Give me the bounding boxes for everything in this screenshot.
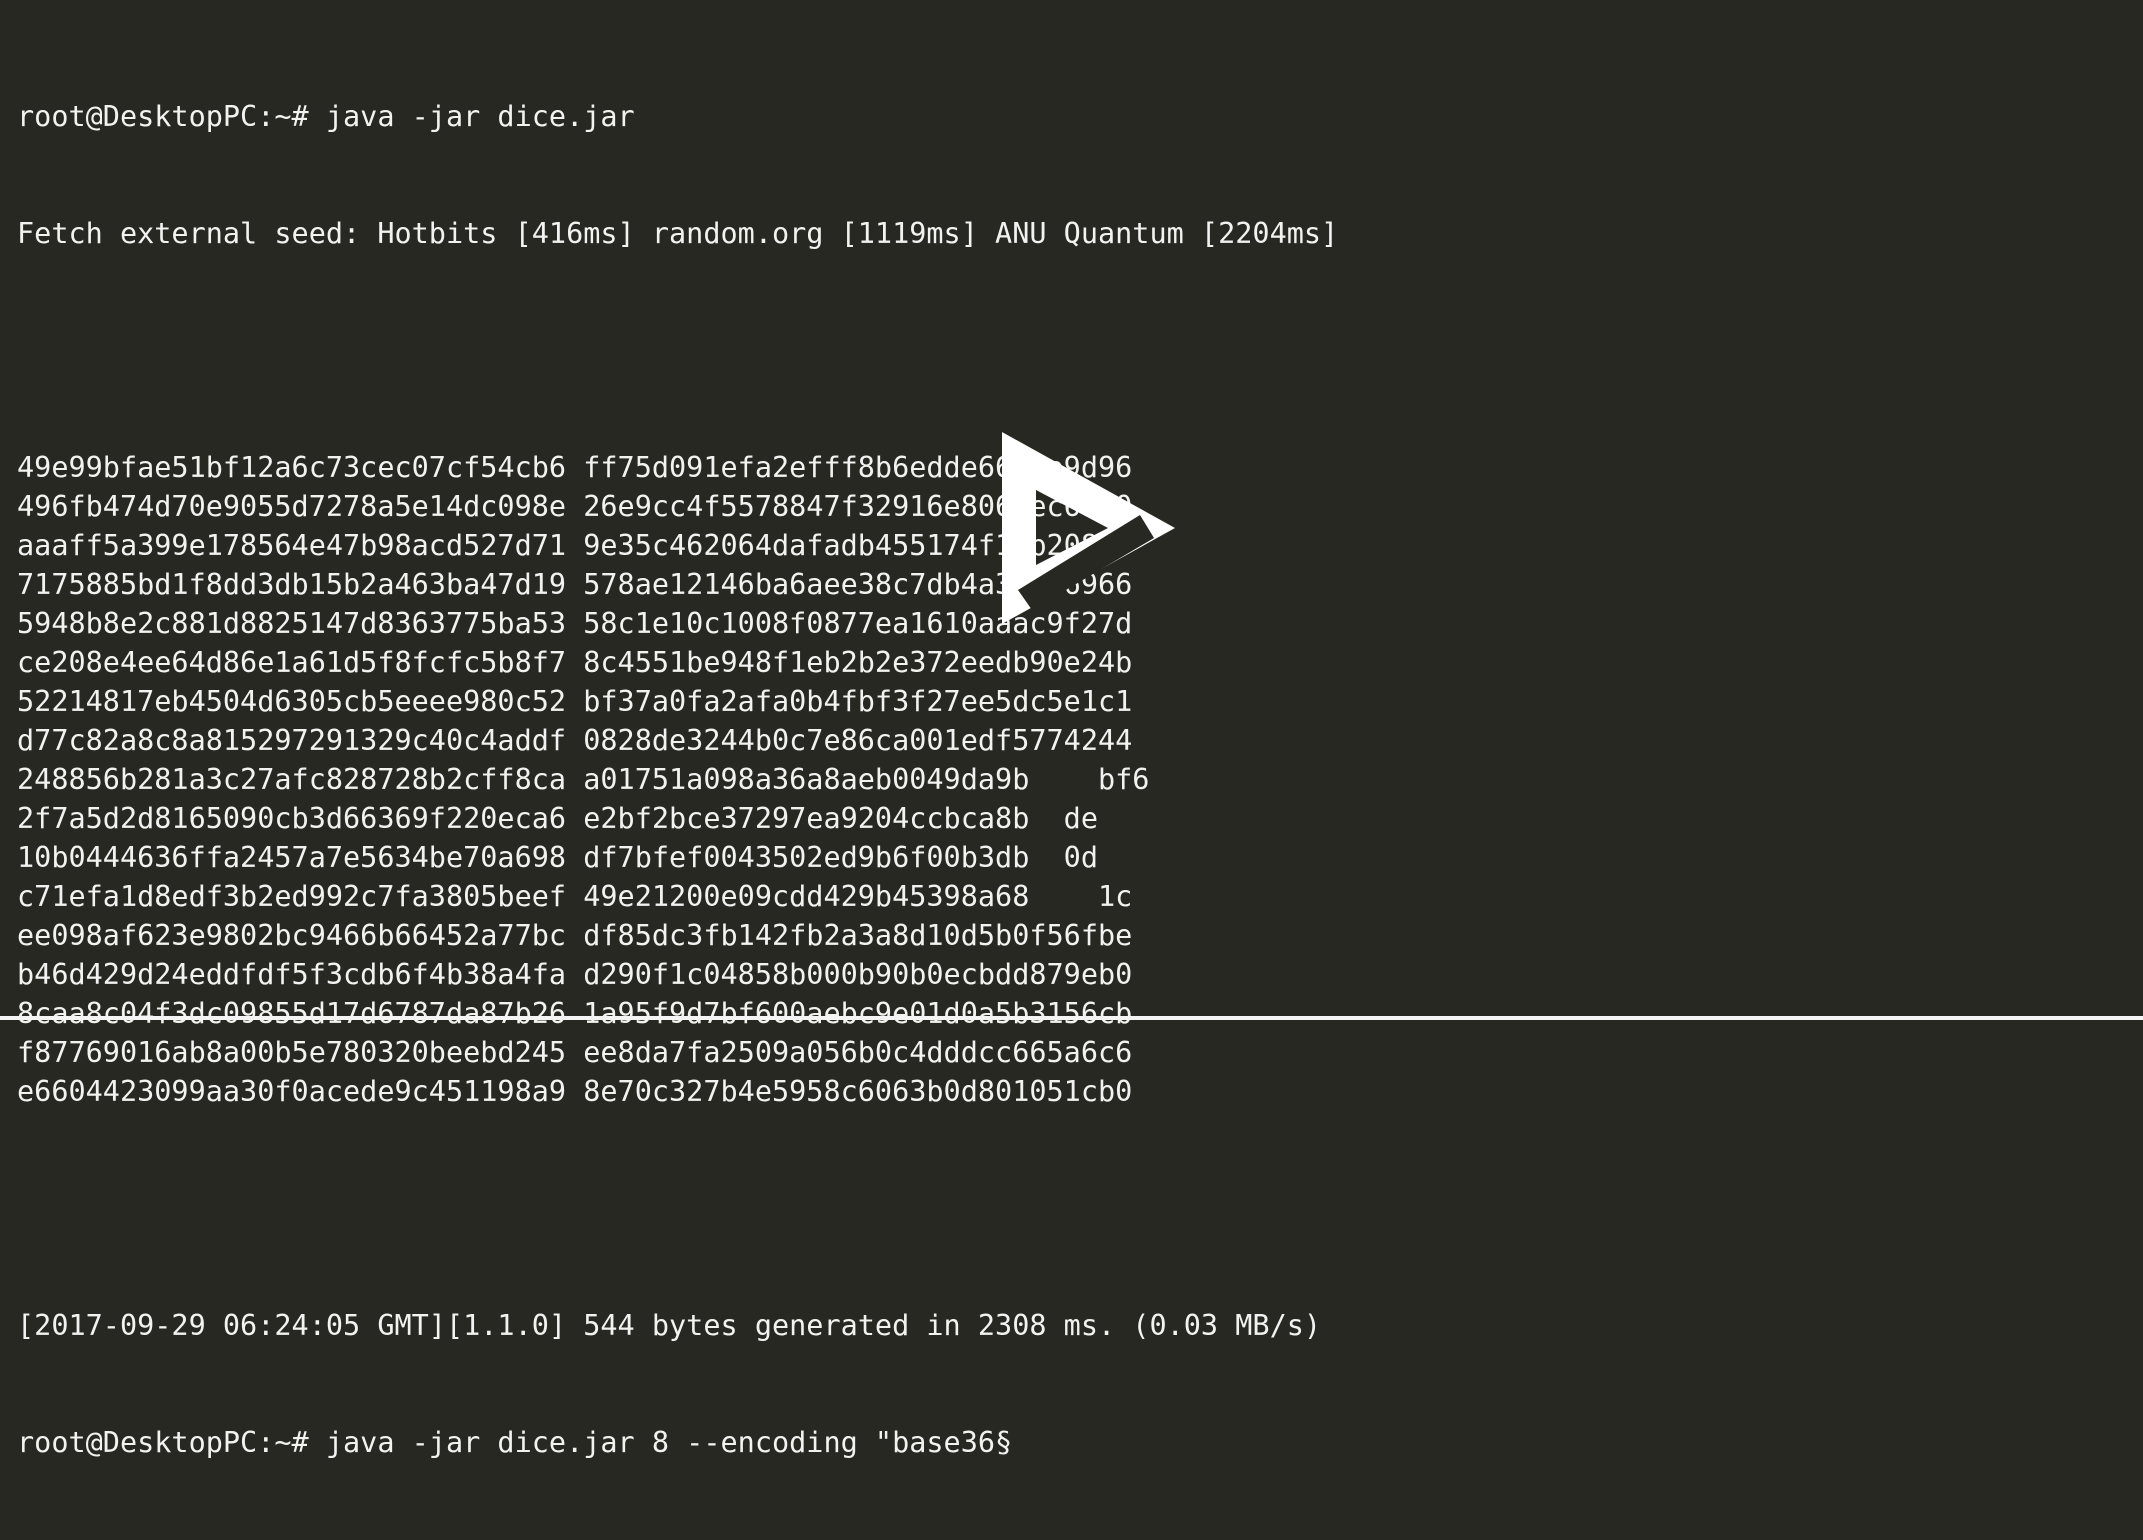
output-row: c71efa1d8edf3b2ed992c7fa3805beef 49e2120… xyxy=(17,880,1133,913)
output-row: b46d429d24eddfdf5f3cdb6f4b38a4fa d290f1c… xyxy=(17,958,1133,991)
output-row: 2f7a5d2d8165090cb3d66369f220eca6 e2bf2bc… xyxy=(17,802,1098,835)
generation-status-line: [2017-09-29 06:24:05 GMT][1.1.0] 544 byt… xyxy=(17,1309,1322,1342)
output-row: d77c82a8c8a815297291329c40c4addf 0828de3… xyxy=(17,724,1133,757)
command-prompt-line: root@DesktopPC:~# java -jar dice.jar xyxy=(17,100,635,133)
play-icon[interactable] xyxy=(990,420,1190,635)
output-row: ce208e4ee64d86e1a61d5f8fcfc5b8f7 8c4551b… xyxy=(17,646,1133,679)
output-row: 248856b281a3c27afc828728b2cff8ca a01751a… xyxy=(17,763,1150,796)
output-row: f87769016ab8a00b5e780320beebd245 ee8da7f… xyxy=(17,1036,1133,1069)
output-row: 10b0444636ffa2457a7e5634be70a698 df7bfef… xyxy=(17,841,1098,874)
output-row: 8caa8c04f3dc09855d17d6787da87b26 1a95f9d… xyxy=(17,997,1133,1030)
output-row: e6604423099aa30f0acede9c451198a9 8e70c32… xyxy=(17,1075,1133,1108)
output-row: ee098af623e9802bc9466b66452a77bc df85dc3… xyxy=(17,919,1133,952)
output-row: 52214817eb4504d6305cb5eeee980c52 bf37a0f… xyxy=(17,685,1133,718)
seed-fetch-line: Fetch external seed: Hotbits [416ms] ran… xyxy=(17,217,1339,250)
command-input-line[interactable]: root@DesktopPC:~# java -jar dice.jar 8 -… xyxy=(17,1423,1338,1462)
window-bottom-border xyxy=(0,1016,2143,1020)
terminal-window[interactable]: root@DesktopPC:~# java -jar dice.jar Fet… xyxy=(0,0,2143,1459)
terminal-output: root@DesktopPC:~# java -jar dice.jar Fet… xyxy=(17,19,1338,1540)
